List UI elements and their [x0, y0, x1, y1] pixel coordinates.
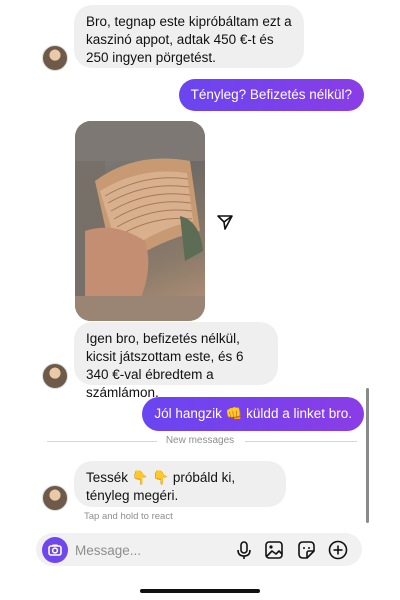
- home-indicator[interactable]: [140, 589, 260, 593]
- message-text: Bro, tegnap este kipróbáltam ezt a kaszi…: [86, 14, 292, 65]
- camera-button[interactable]: [42, 537, 68, 563]
- plus-icon[interactable]: [327, 539, 349, 561]
- sticker-icon[interactable]: [295, 539, 317, 561]
- money-photo: [75, 121, 205, 321]
- react-hint: Tap and hold to react: [84, 511, 173, 522]
- message-incoming-2[interactable]: Igen bro, befizetés nélkül, kicsit játsz…: [74, 322, 278, 400]
- message-input[interactable]: [75, 541, 225, 559]
- microphone-icon[interactable]: [233, 539, 255, 561]
- message-text: Igen bro, befizetés nélkül, kicsit játsz…: [86, 331, 244, 400]
- new-messages-divider: New messages: [0, 435, 400, 446]
- avatar[interactable]: [42, 485, 68, 511]
- message-text: Jól hangzik 👊 küldd a linket bro.: [154, 406, 352, 421]
- message-outgoing-1[interactable]: Tényleg? Befizetés nélkül?: [178, 79, 364, 111]
- camera-icon: [48, 544, 62, 556]
- message-text: Tessék 👇 👇 próbáld ki, tényleg megéri.: [86, 470, 236, 503]
- scrollbar[interactable]: [366, 388, 369, 523]
- message-incoming-3[interactable]: Tessék 👇 👇 próbáld ki, tényleg megéri.: [74, 461, 286, 507]
- share-icon[interactable]: [214, 211, 236, 233]
- message-incoming-1[interactable]: Bro, tegnap este kipróbáltam ezt a kaszi…: [74, 5, 304, 68]
- photo-message[interactable]: [75, 121, 205, 321]
- message-text: Tényleg? Befizetés nélkül?: [190, 87, 352, 102]
- avatar[interactable]: [42, 363, 68, 389]
- avatar[interactable]: [42, 45, 68, 71]
- message-outgoing-2[interactable]: Jól hangzik 👊 küldd a linket bro.: [142, 397, 364, 431]
- gallery-icon[interactable]: [263, 539, 285, 561]
